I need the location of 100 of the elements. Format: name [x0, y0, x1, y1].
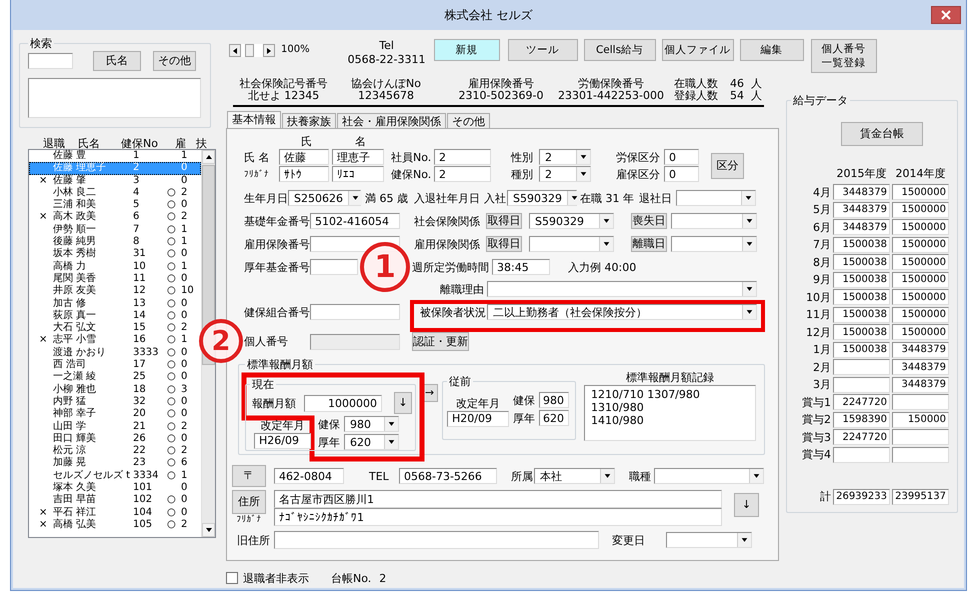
dropdown[interactable] — [671, 213, 757, 229]
text-field[interactable]: 2 — [434, 149, 491, 165]
text-field[interactable]: 0 — [664, 166, 699, 182]
text-field[interactable]: ｻﾄｳ — [279, 166, 329, 182]
amount-field[interactable] — [833, 446, 890, 462]
toolbar-button[interactable]: ツール — [508, 39, 578, 61]
text-field[interactable] — [310, 304, 400, 320]
text-field[interactable]: 5102-416054 — [310, 213, 400, 229]
amount-field[interactable]: 1500038 — [833, 306, 890, 322]
amount-field[interactable]: 1598390 — [833, 412, 890, 428]
amount-field[interactable] — [833, 376, 890, 392]
amount-field[interactable]: 150000 — [892, 412, 949, 428]
list-row[interactable]: × 平石 祥江 104 ○ 0 — [29, 506, 201, 519]
amount-field[interactable]: 1500000 — [892, 202, 949, 218]
text-field[interactable]: 980 — [539, 392, 569, 408]
list-row[interactable]: 坂本 秀樹 31 ○ 0 — [29, 248, 201, 261]
toolbar-button[interactable]: Cells給与 — [584, 39, 656, 61]
text-field[interactable]: 0 — [664, 149, 699, 165]
list-row[interactable]: 渡邉 かおり 3333 ○ 0 — [29, 346, 201, 360]
amount-field[interactable]: 1500038 — [833, 289, 890, 305]
amount-field[interactable]: 3448379 — [892, 342, 949, 358]
dropdown[interactable]: 620 — [344, 434, 399, 450]
list-row[interactable]: 松元 涼 22 ○ 2 — [29, 445, 201, 458]
record-field[interactable]: 1210/710 1307/980 1310/980 1410/980 — [584, 385, 756, 441]
dropdown[interactable] — [676, 190, 756, 206]
list-row[interactable]: 井原 友美 12 ○ 10 — [29, 285, 201, 298]
amount-field[interactable]: 1500000 — [892, 306, 949, 322]
list-row[interactable]: 三浦 和美 5 ○ 0 — [29, 199, 201, 212]
button[interactable]: 離職日 — [631, 236, 667, 252]
dropdown[interactable]: 本社 — [534, 468, 615, 484]
list-row[interactable]: × 高橋 弘美 105 ○ 2 — [29, 518, 201, 532]
list-row[interactable]: 後藤 純男 8 ○ 1 — [29, 236, 201, 248]
list-row[interactable]: 荻原 真一 14 ○ 0 — [29, 310, 201, 322]
text-field[interactable]: 38:45 — [492, 259, 550, 275]
text-field[interactable]: 名古屋市西区勝川1 — [274, 490, 722, 508]
list-row[interactable]: 内野 猛 32 ○ 0 — [29, 396, 201, 408]
amount-field[interactable]: 3448379 — [833, 202, 890, 218]
dropdown[interactable] — [671, 236, 757, 252]
text-field[interactable]: 1000000 — [304, 394, 382, 412]
button[interactable]: 喪失日 — [631, 213, 667, 229]
amount-field[interactable]: 1500000 — [892, 184, 949, 200]
amount-field[interactable] — [892, 394, 949, 410]
button[interactable]: 〒 — [232, 465, 266, 487]
scrollbar[interactable] — [201, 150, 215, 537]
amount-field[interactable]: 1500038 — [833, 272, 890, 288]
tab[interactable]: その他 — [447, 113, 490, 129]
amount-field[interactable]: 1500000 — [892, 254, 949, 270]
list-row[interactable]: 田口 輝美 26 ○ 0 — [29, 432, 201, 446]
amount-field[interactable]: 1500038 — [833, 236, 890, 252]
text-field[interactable]: ﾘｴｺ — [332, 166, 384, 182]
list-row[interactable]: 佐藤 豊 1 1 — [29, 150, 201, 162]
list-row[interactable]: 大石 弘文 15 ○ 2 — [29, 322, 201, 334]
toolbar-button[interactable]: 新規 — [434, 39, 500, 61]
dropdown[interactable]: 2 — [539, 166, 591, 182]
list-row[interactable]: 山田 学 21 ○ 2 — [29, 420, 201, 433]
dropdown[interactable]: 二以上勤務者（社会保険按分） — [487, 304, 757, 320]
toolbar-button[interactable]: 編集 — [740, 39, 804, 61]
list-row[interactable]: 高橋 力 10 ○ 1 — [29, 260, 201, 273]
dropdown[interactable]: 980 — [344, 416, 399, 432]
text-field[interactable]: ﾅｺﾞﾔｼﾆｼｸｶﾁｶﾞﾜ1 — [274, 508, 722, 526]
text-field[interactable]: 620 — [539, 410, 569, 426]
text-field[interactable]: H20/09 — [447, 410, 509, 426]
amount-field[interactable]: 1500000 — [892, 289, 949, 305]
amount-field[interactable]: 3448379 — [833, 219, 890, 235]
dropdown[interactable]: 2 — [539, 149, 591, 165]
zoom-scrollbar[interactable] — [229, 44, 275, 57]
close-button[interactable] — [931, 6, 961, 24]
button[interactable]: ↓ — [734, 493, 759, 517]
amount-field[interactable]: 3448379 — [892, 376, 949, 392]
amount-field[interactable]: 1500038 — [833, 342, 890, 358]
amount-field[interactable]: 1500038 — [833, 324, 890, 340]
toolbar-button[interactable]: 個人番号一覧登録 — [810, 39, 877, 73]
button[interactable]: 取得日 — [486, 213, 522, 229]
button[interactable]: 住所 — [232, 490, 266, 514]
button[interactable]: 賃金台帳 — [841, 122, 923, 146]
list-row[interactable]: 西 浩司 17 ○ 0 — [29, 359, 201, 372]
tab[interactable]: 基本情報 — [227, 111, 281, 129]
dropdown[interactable]: S590329 — [529, 213, 614, 229]
tab[interactable]: 扶養家族 — [282, 113, 336, 129]
tab[interactable]: 社会・雇用保険関係 — [337, 113, 446, 129]
list-row[interactable]: 加藤 晃 23 ○ 6 — [29, 457, 201, 470]
amount-field[interactable]: 2247720 — [833, 394, 890, 410]
button[interactable]: 取得日 — [486, 236, 522, 252]
amount-field[interactable] — [833, 359, 890, 375]
toolbar-button[interactable]: 個人ファイル — [662, 39, 734, 61]
button[interactable]: ↓ — [394, 392, 412, 414]
text-field[interactable]: 理恵子 — [332, 149, 384, 165]
amount-field[interactable]: 1500038 — [833, 254, 890, 270]
list-row[interactable]: 小柳 雅也 18 ○ 3 — [29, 384, 201, 396]
amount-field[interactable]: 3448379 — [833, 184, 890, 200]
search-field[interactable] — [28, 53, 73, 69]
dropdown[interactable] — [487, 281, 757, 297]
dropdown[interactable] — [654, 468, 764, 484]
amount-field[interactable]: 2247720 — [833, 429, 890, 445]
dropdown[interactable] — [666, 532, 752, 548]
amount-field[interactable]: 1500000 — [892, 219, 949, 235]
search-button[interactable]: 氏名 — [93, 51, 141, 71]
list-row[interactable]: × 志平 小雪 16 ○ 1 — [29, 334, 201, 347]
list-row[interactable]: 神部 幸子 20 ○ 0 — [29, 408, 201, 421]
list-row[interactable]: × 佐藤 肇 3 0 — [29, 174, 201, 187]
